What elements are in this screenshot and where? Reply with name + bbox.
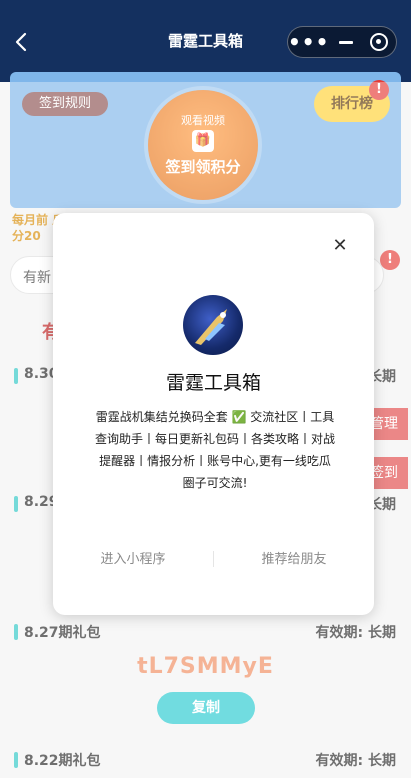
recommend-to-friend-button[interactable]: 推荐给朋友 xyxy=(214,548,374,567)
minimize-button[interactable] xyxy=(329,27,362,57)
enter-mini-program-button[interactable]: 进入小程序 xyxy=(53,548,213,567)
minimize-icon xyxy=(339,40,354,44)
mini-program-capsule: ••• xyxy=(287,26,397,58)
modal-title: 雷霆工具箱 xyxy=(165,372,261,394)
more-dots-icon: ••• xyxy=(288,30,330,54)
close-program-button[interactable] xyxy=(363,27,396,57)
top-nav-bar: 雷霆工具箱 ••• xyxy=(0,0,411,82)
modal-description: 雷霆战机集结兑换码全套 ✅ 交流社区丨工具查询助手丨每日更新礼包码丨各类攻略丨对… xyxy=(95,410,336,490)
target-circle-icon xyxy=(370,33,389,51)
close-icon[interactable]: ✕ xyxy=(330,236,350,256)
modal-actions: 进入小程序 推荐给朋友 xyxy=(53,548,374,572)
app-avatar xyxy=(183,295,243,355)
more-menu-button[interactable]: ••• xyxy=(288,27,329,57)
